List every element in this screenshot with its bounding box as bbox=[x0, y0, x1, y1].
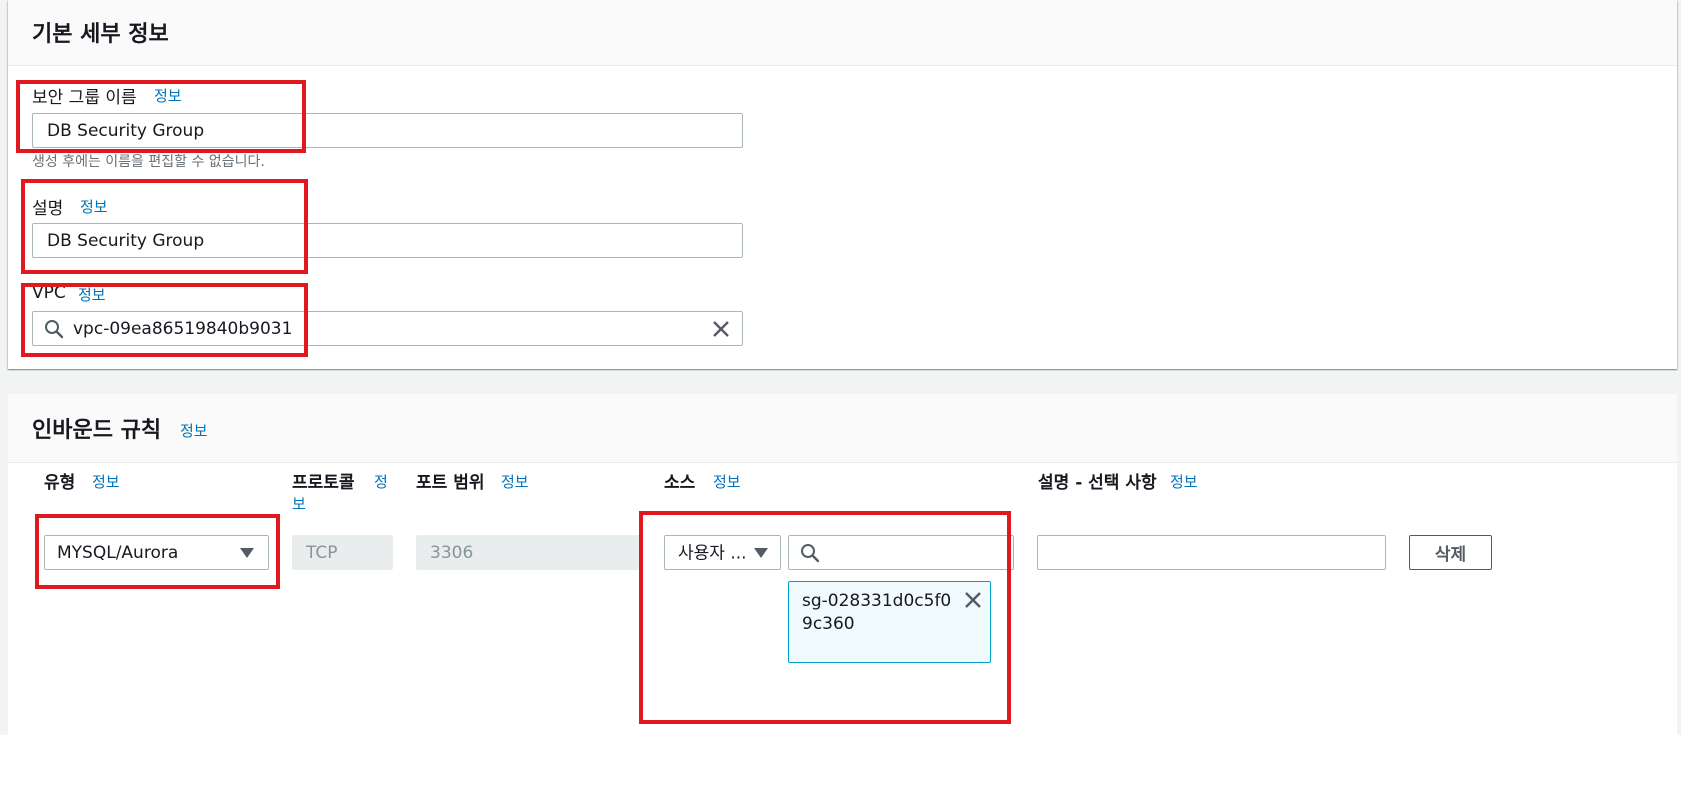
rule-source-mode-select[interactable]: 사용자 ... bbox=[664, 535, 781, 570]
column-port-label: 포트 범위 bbox=[416, 473, 485, 493]
inbound-rules-header: 인바운드 규칙 정보 bbox=[8, 394, 1677, 463]
rule-source-mode-value: 사용자 ... bbox=[678, 543, 747, 564]
security-group-name-hint: 생성 후에는 이름을 편집할 수 없습니다. bbox=[32, 154, 265, 170]
column-description-label: 설명 - 선택 사항 bbox=[1038, 473, 1157, 493]
column-type-label: 유형 bbox=[44, 473, 76, 493]
source-token-label: sg-028331d0c5f09c360 bbox=[802, 591, 952, 634]
column-port-info-link[interactable]: 정보 bbox=[501, 471, 529, 492]
basic-details-title: 기본 세부 정보 bbox=[32, 22, 169, 47]
source-token: sg-028331d0c5f09c360 bbox=[788, 581, 991, 663]
description-value: DB Security Group bbox=[47, 230, 205, 251]
rule-description-input[interactable] bbox=[1037, 535, 1386, 570]
rule-type-select[interactable]: MYSQL/Aurora bbox=[44, 535, 269, 570]
inbound-rules-title: 인바운드 규칙 bbox=[32, 418, 162, 443]
column-protocol-info-line2: 보 bbox=[292, 495, 306, 513]
search-icon bbox=[800, 543, 820, 568]
vpc-search-input[interactable]: vpc-09ea86519840b9031 bbox=[32, 311, 743, 346]
clear-icon[interactable] bbox=[712, 320, 730, 343]
search-icon bbox=[44, 319, 64, 344]
security-group-name-value: DB Security Group bbox=[47, 120, 205, 141]
column-description-info-link[interactable]: 정보 bbox=[1170, 471, 1198, 492]
rule-protocol-field: TCP bbox=[292, 535, 393, 570]
column-source-info-link[interactable]: 정보 bbox=[713, 471, 741, 492]
vpc-label: VPC bbox=[32, 283, 66, 303]
column-type-info-link[interactable]: 정보 bbox=[92, 471, 120, 492]
remove-token-icon[interactable] bbox=[964, 591, 982, 616]
rule-source-search-input[interactable] bbox=[788, 535, 1014, 570]
security-group-name-info-link[interactable]: 정보 bbox=[154, 85, 182, 106]
rule-type-value: MYSQL/Aurora bbox=[57, 542, 179, 563]
dropdown-caret-icon bbox=[240, 548, 254, 558]
basic-details-header: 기본 세부 정보 bbox=[8, 0, 1677, 66]
basic-details-panel: 기본 세부 정보 보안 그룹 이름 정보 DB Security Group 생… bbox=[8, 0, 1677, 369]
vpc-value: vpc-09ea86519840b9031 bbox=[73, 318, 293, 339]
rule-protocol-value: TCP bbox=[306, 542, 338, 563]
column-protocol-label: 프로토콜 bbox=[292, 473, 355, 493]
rule-port-value: 3306 bbox=[430, 542, 474, 563]
inbound-rules-info-link[interactable]: 정보 bbox=[180, 420, 208, 441]
security-group-name-input[interactable]: DB Security Group bbox=[32, 113, 743, 148]
rule-port-field: 3306 bbox=[416, 535, 640, 570]
delete-rule-button[interactable]: 삭제 bbox=[1409, 535, 1492, 570]
column-protocol-info-line1: 정 bbox=[374, 473, 388, 491]
vpc-info-link[interactable]: 정보 bbox=[78, 284, 106, 305]
description-input[interactable]: DB Security Group bbox=[32, 223, 743, 258]
column-source-label: 소스 bbox=[664, 473, 696, 493]
security-group-name-label: 보안 그룹 이름 bbox=[32, 88, 137, 108]
column-protocol-info-link[interactable]: 정 보 bbox=[292, 471, 388, 515]
inbound-rules-panel: 인바운드 규칙 정보 유형 정보 프로토콜 정 보 포트 범위 정보 소스 정보… bbox=[8, 394, 1677, 735]
description-info-link[interactable]: 정보 bbox=[80, 196, 108, 217]
description-label: 설명 bbox=[32, 199, 64, 219]
dropdown-caret-icon bbox=[754, 548, 768, 558]
